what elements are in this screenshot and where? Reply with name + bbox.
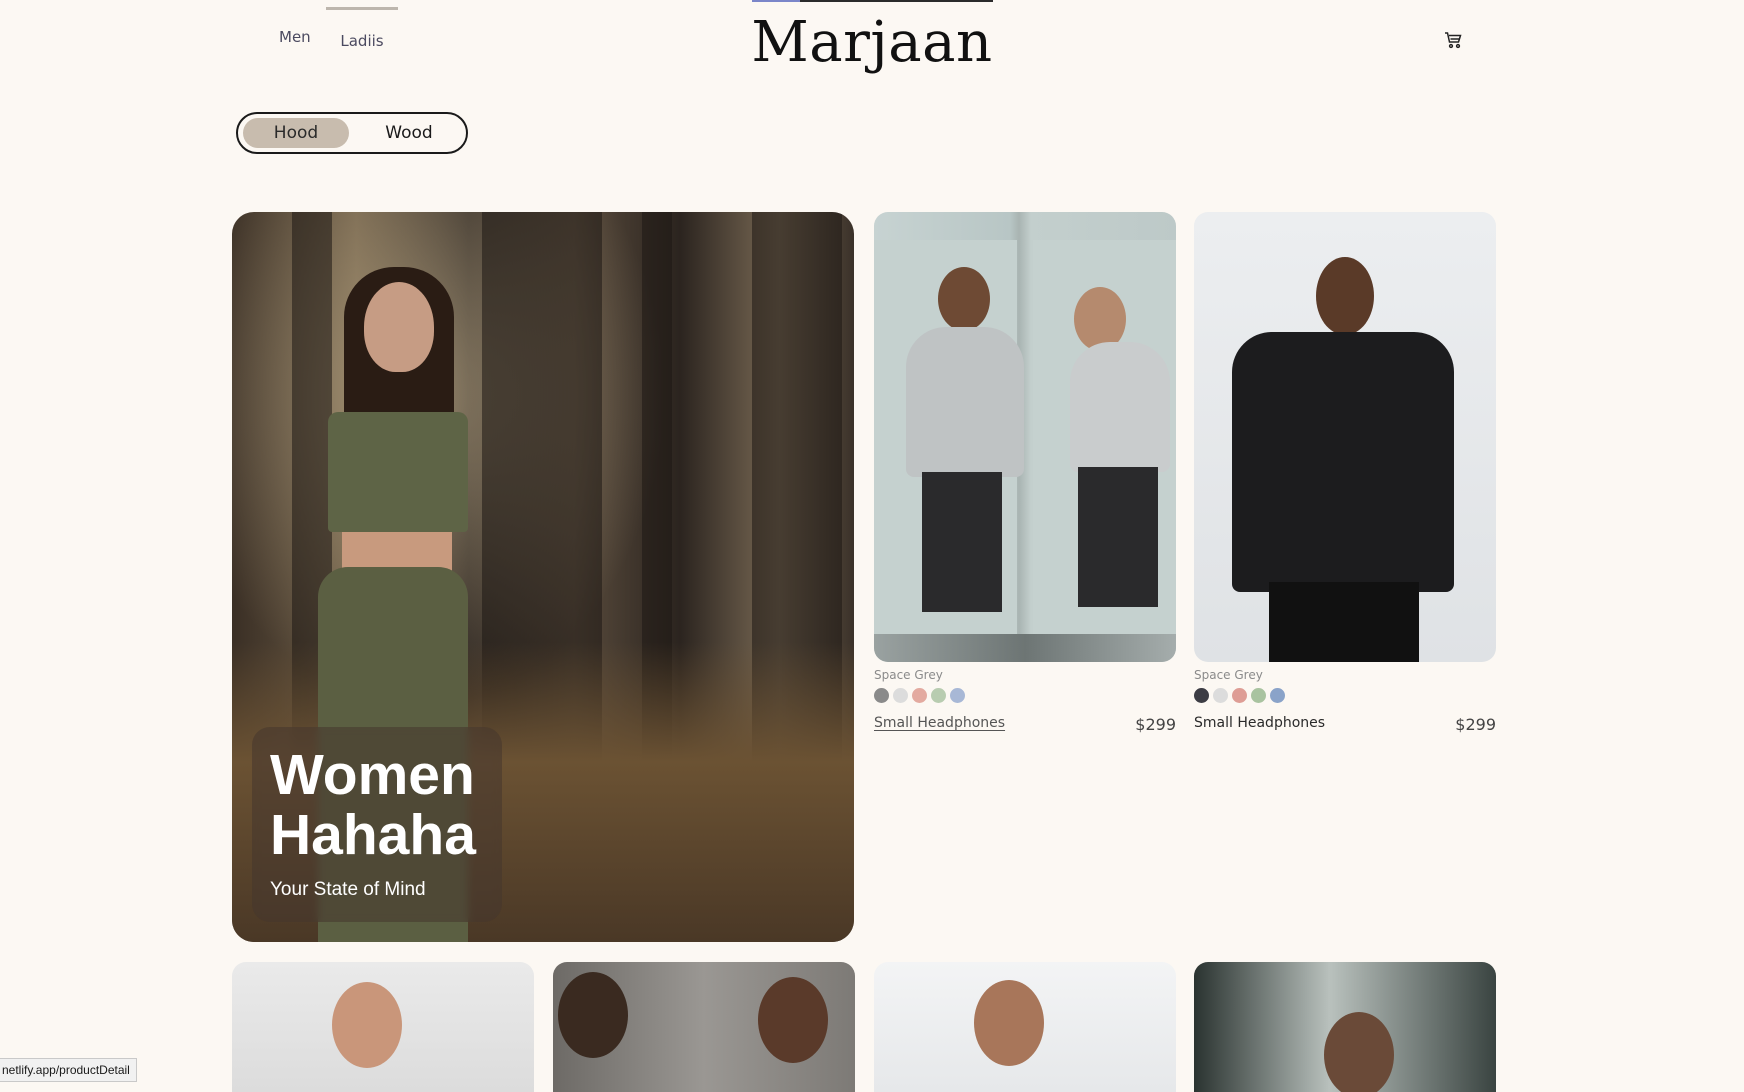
product-card[interactable]: Space Grey Small Headphones $299	[874, 212, 1176, 735]
product-thumbnail[interactable]	[232, 962, 534, 1092]
product-color-name: Space Grey	[1194, 668, 1263, 682]
color-swatch[interactable]	[874, 688, 889, 703]
color-swatch[interactable]	[1270, 688, 1285, 703]
color-swatch[interactable]	[1213, 688, 1228, 703]
color-swatches	[1194, 688, 1496, 703]
hero-text-card: Women Hahaha Your State of Mind	[252, 727, 502, 922]
hero-title: Women Hahaha	[270, 743, 476, 867]
product-card[interactable]: Space Grey Small Headphones $299	[1194, 212, 1496, 735]
toggle-option-hood[interactable]: Hood	[243, 118, 349, 148]
hero-banner[interactable]: Women Hahaha Your State of Mind	[232, 212, 854, 942]
status-bar-url: netlify.app/productDetail	[0, 1058, 137, 1082]
product-name-link[interactable]: Small Headphones	[874, 715, 1005, 731]
product-thumbnail[interactable]	[1194, 962, 1496, 1092]
color-swatch[interactable]	[912, 688, 927, 703]
color-swatch[interactable]	[1251, 688, 1266, 703]
hero-subtitle: Your State of Mind	[270, 879, 426, 900]
product-price: $299	[1455, 715, 1496, 734]
product-name-link[interactable]: Small Headphones	[1194, 715, 1325, 731]
top-nav: Men Ladiis Marjaan	[0, 0, 1744, 90]
product-thumbnail[interactable]	[553, 962, 855, 1092]
brand-logo[interactable]: Marjaan	[0, 10, 1744, 75]
product-price: $299	[1135, 715, 1176, 734]
color-swatch[interactable]	[1232, 688, 1247, 703]
category-toggle: Hood Wood	[236, 112, 468, 154]
toggle-option-wood[interactable]: Wood	[356, 118, 462, 148]
product-thumbnail[interactable]	[874, 962, 1176, 1092]
product-image[interactable]	[1194, 212, 1496, 662]
product-image[interactable]	[874, 212, 1176, 662]
product-color-name: Space Grey	[874, 668, 943, 682]
color-swatch[interactable]	[931, 688, 946, 703]
color-swatch[interactable]	[1194, 688, 1209, 703]
color-swatches	[874, 688, 1176, 703]
color-swatch[interactable]	[893, 688, 908, 703]
color-swatch[interactable]	[950, 688, 965, 703]
cart-icon[interactable]	[1443, 30, 1463, 50]
